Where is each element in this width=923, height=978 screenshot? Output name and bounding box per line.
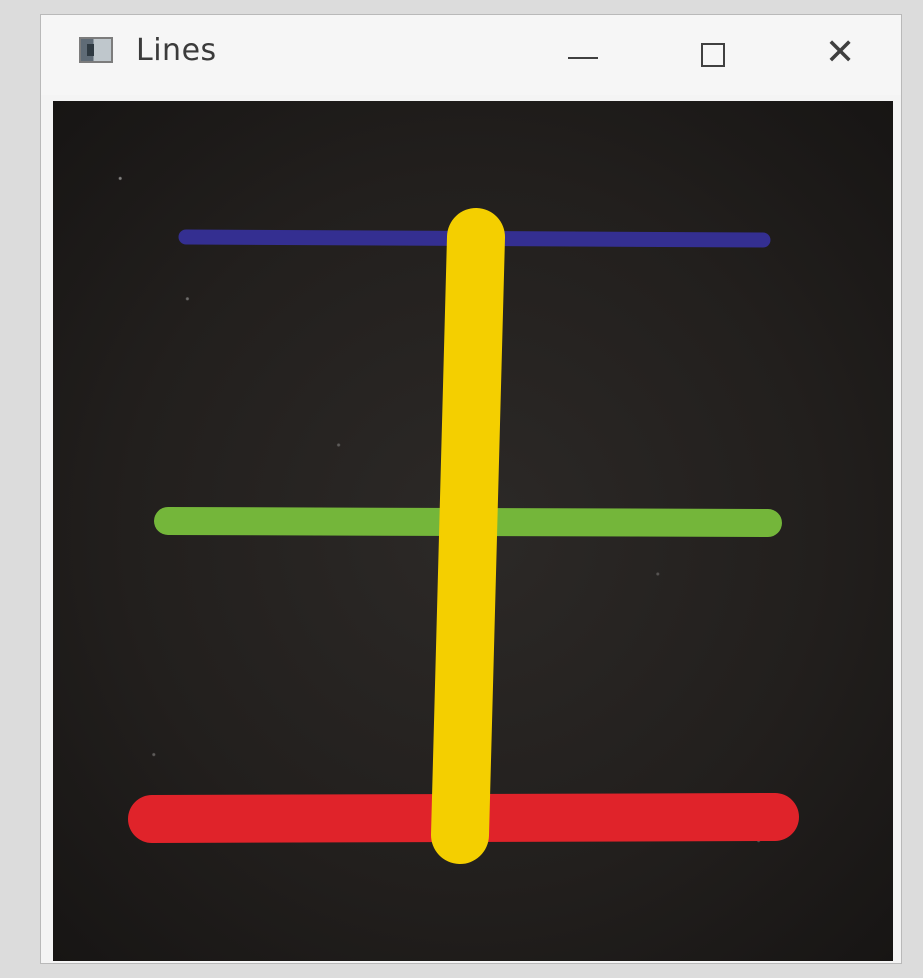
minimize-icon xyxy=(568,57,598,59)
lines-drawing xyxy=(128,208,799,864)
maximize-button[interactable] xyxy=(681,27,743,79)
close-button[interactable]: ✕ xyxy=(811,27,873,79)
lines-window: Lines ✕ xyxy=(40,14,902,964)
close-icon: ✕ xyxy=(825,32,856,73)
drawing-canvas xyxy=(53,101,893,961)
window-app-icon[interactable] xyxy=(79,37,113,63)
window-title: Lines xyxy=(136,33,217,68)
yellow-line xyxy=(431,208,505,864)
maximize-icon xyxy=(701,43,725,67)
window-titlebar[interactable]: Lines ✕ xyxy=(41,15,901,95)
minimize-button[interactable] xyxy=(551,27,613,79)
